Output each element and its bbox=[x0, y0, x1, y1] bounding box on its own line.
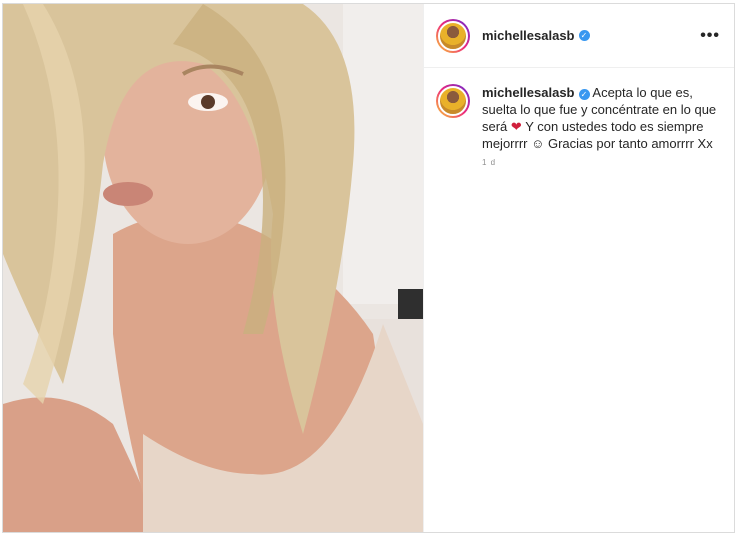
header-username[interactable]: michellesalasb bbox=[482, 28, 575, 43]
avatar-story-ring[interactable] bbox=[436, 18, 470, 53]
post-sidebar: michellesalasb ✓ ••• michellesalasb ✓ Ace… bbox=[423, 4, 734, 532]
caption-verified-badge-icon: ✓ bbox=[578, 89, 590, 100]
verified-badge-icon: ✓ bbox=[578, 30, 590, 41]
instagram-post: michellesalasb ✓ ••• michellesalasb ✓ Ace… bbox=[2, 3, 735, 533]
caption-avatar-ring[interactable] bbox=[436, 84, 470, 118]
avatar[interactable] bbox=[438, 20, 468, 51]
heart-emoji-icon: ❤ bbox=[510, 119, 522, 134]
post-timestamp[interactable]: 1 d bbox=[482, 158, 734, 167]
caption-comment: michellesalasb ✓ Acepta lo que es, suelta… bbox=[424, 68, 734, 152]
portrait-image bbox=[3, 4, 423, 532]
post-header: michellesalasb ✓ ••• bbox=[424, 4, 734, 68]
post-photo[interactable] bbox=[3, 4, 423, 532]
more-options-icon[interactable]: ••• bbox=[700, 27, 720, 45]
caption-username[interactable]: michellesalasb bbox=[482, 85, 575, 100]
caption-text: michellesalasb ✓ Acepta lo que es, suelta… bbox=[482, 84, 722, 152]
caption-avatar[interactable] bbox=[438, 86, 468, 116]
